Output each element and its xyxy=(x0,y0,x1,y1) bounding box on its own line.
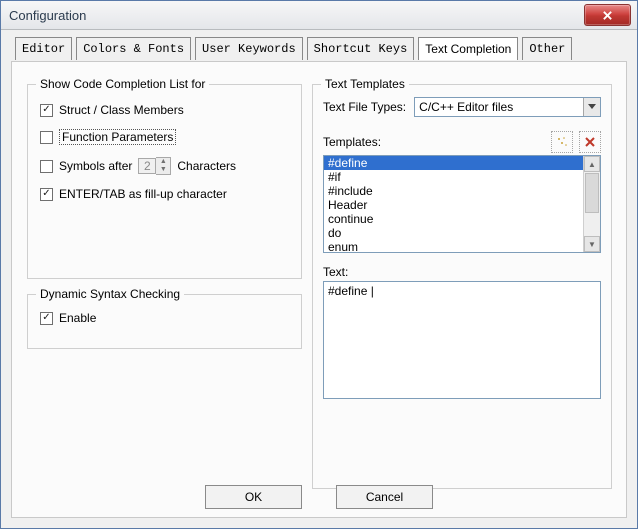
group-syntax-checking: Dynamic Syntax Checking Enable xyxy=(27,294,302,349)
cancel-button[interactable]: Cancel xyxy=(336,485,433,509)
group-text-templates: Text Templates Text File Types: C/C++ Ed… xyxy=(312,84,612,489)
label-symbols-before: Symbols after xyxy=(59,159,132,173)
list-item[interactable]: #if xyxy=(324,170,600,184)
label-file-types: Text File Types: xyxy=(323,100,406,114)
label-function-parameters: Function Parameters xyxy=(59,129,176,145)
config-dialog: Configuration Editor Colors & Fonts User… xyxy=(0,0,638,529)
label-text: Text: xyxy=(313,253,611,281)
scroll-up-icon[interactable]: ▲ xyxy=(584,156,600,172)
dialog-buttons: OK Cancel xyxy=(12,485,626,509)
scrollbar[interactable]: ▲ ▼ xyxy=(583,156,600,252)
chevron-down-icon xyxy=(583,98,600,116)
spinner-input[interactable] xyxy=(138,158,156,174)
tab-editor[interactable]: Editor xyxy=(15,37,72,60)
new-template-button[interactable] xyxy=(551,131,573,153)
list-item[interactable]: do xyxy=(324,226,600,240)
delete-icon xyxy=(584,136,596,148)
group-completion-list: Show Code Completion List for Struct / C… xyxy=(27,84,302,279)
tab-panel: Show Code Completion List for Struct / C… xyxy=(11,61,627,518)
delete-template-button[interactable] xyxy=(579,131,601,153)
label-templates: Templates: xyxy=(323,135,381,149)
tab-shortcut-keys[interactable]: Shortcut Keys xyxy=(307,37,415,60)
combo-file-types-value: C/C++ Editor files xyxy=(419,100,513,114)
group-templates-legend: Text Templates xyxy=(321,77,409,91)
checkbox-enter-tab-fillup[interactable] xyxy=(40,188,53,201)
checkbox-symbols-after[interactable] xyxy=(40,160,53,173)
list-item[interactable]: Header xyxy=(324,198,600,212)
spinner-symbols-count[interactable]: ▲ ▼ xyxy=(138,157,171,175)
group-syntax-legend: Dynamic Syntax Checking xyxy=(36,287,184,301)
list-item[interactable]: enum xyxy=(324,240,600,253)
textarea-content: #define | xyxy=(328,284,374,298)
titlebar: Configuration xyxy=(1,1,637,30)
checkbox-syntax-enable[interactable] xyxy=(40,312,53,325)
ok-button[interactable]: OK xyxy=(205,485,302,509)
label-struct-members: Struct / Class Members xyxy=(59,103,184,117)
textarea-template-text[interactable]: #define | xyxy=(323,281,601,399)
tab-text-completion[interactable]: Text Completion xyxy=(418,37,518,60)
window-title: Configuration xyxy=(9,8,86,23)
scroll-thumb[interactable] xyxy=(585,173,599,213)
close-button[interactable] xyxy=(584,4,631,26)
tab-strip: Editor Colors & Fonts User Keywords Shor… xyxy=(11,36,627,59)
list-item[interactable]: #include xyxy=(324,184,600,198)
tab-colors-fonts[interactable]: Colors & Fonts xyxy=(76,37,191,60)
list-item[interactable]: #define xyxy=(324,156,600,170)
spinner-down-icon[interactable]: ▼ xyxy=(156,166,170,174)
list-item[interactable]: continue xyxy=(324,212,600,226)
group-completion-legend: Show Code Completion List for xyxy=(36,77,209,91)
spinner-up-icon[interactable]: ▲ xyxy=(156,158,170,166)
tab-user-keywords[interactable]: User Keywords xyxy=(195,37,303,60)
client-area: Editor Colors & Fonts User Keywords Shor… xyxy=(11,36,627,518)
listbox-templates[interactable]: #define #if #include Header continue do … xyxy=(323,155,601,253)
label-symbols-after: Characters xyxy=(177,159,236,173)
checkbox-struct-members[interactable] xyxy=(40,104,53,117)
close-icon xyxy=(602,10,613,21)
sparkle-icon xyxy=(556,136,568,148)
label-syntax-enable: Enable xyxy=(59,311,96,325)
tab-other[interactable]: Other xyxy=(522,37,572,60)
checkbox-function-parameters[interactable] xyxy=(40,131,53,144)
label-enter-tab-fillup: ENTER/TAB as fill-up character xyxy=(59,187,227,201)
scroll-down-icon[interactable]: ▼ xyxy=(584,236,600,252)
combo-file-types[interactable]: C/C++ Editor files xyxy=(414,97,601,117)
